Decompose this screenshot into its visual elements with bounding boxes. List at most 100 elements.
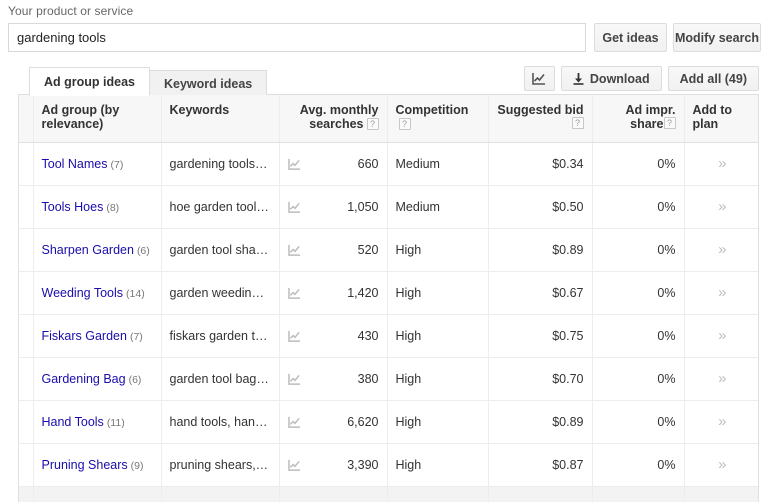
- ideas-table-container: Ad group (by relevance) Keywords Avg. mo…: [18, 95, 759, 502]
- ad-group-link[interactable]: Tool Names: [42, 157, 108, 171]
- row-select-gutter[interactable]: [19, 314, 34, 358]
- add-to-plan-icon[interactable]: »: [718, 413, 726, 430]
- row-chart-icon[interactable]: [287, 459, 301, 472]
- column-header-keywords[interactable]: Keywords: [161, 95, 280, 143]
- ad-group-link[interactable]: Sharpen Garden: [42, 243, 134, 257]
- modify-search-button[interactable]: Modify search: [673, 23, 761, 52]
- row-select-gutter[interactable]: [19, 400, 34, 444]
- cell-ad-group: Gardening Bag (6): [33, 357, 162, 401]
- table-row[interactable]: Pruning Shears (9) pruning shears, … 3,390 H…: [19, 443, 758, 487]
- cell-competition: Medium: [387, 142, 489, 186]
- add-to-plan-icon[interactable]: »: [718, 155, 726, 172]
- ad-group-link[interactable]: Pruning Shears: [42, 458, 128, 472]
- cell-add-to-plan[interactable]: »: [684, 400, 758, 444]
- ad-group-keyword-count: (7): [129, 330, 143, 343]
- table-row[interactable]: Tool Names (7) gardening tools … 660 Medium $…: [19, 142, 758, 186]
- help-icon-avg-monthly-searches[interactable]: ?: [366, 118, 379, 130]
- cell-keywords: pruning shears, …: [161, 443, 280, 487]
- cell-add-to-plan[interactable]: »: [684, 314, 758, 358]
- cell-add-to-plan[interactable]: »: [684, 142, 758, 186]
- table-row[interactable]: Weeding Tools (14) garden weeding … 1,420 Hi…: [19, 271, 758, 315]
- row-chart-icon[interactable]: [287, 201, 301, 214]
- add-all-button[interactable]: Add all (49): [667, 66, 759, 91]
- ad-group-keyword-count: (6): [128, 373, 142, 386]
- cell-ad-group: Pruning Shears (9): [33, 443, 162, 487]
- add-to-plan-icon[interactable]: »: [718, 284, 726, 301]
- add-all-button-label: Add all (49): [679, 71, 747, 86]
- table-header-row: Ad group (by relevance) Keywords Avg. mo…: [19, 95, 758, 143]
- cell-add-to-plan[interactable]: »: [684, 443, 758, 487]
- cell-competition: Medium: [387, 185, 489, 229]
- column-header-ad-group[interactable]: Ad group (by relevance): [33, 95, 162, 143]
- ad-group-link[interactable]: Weeding Tools: [42, 286, 124, 300]
- cell-ad-impr-share: 0%: [592, 142, 685, 186]
- cell-suggested-bid: $0.50: [488, 185, 593, 229]
- table-row[interactable]: Sharpen Garden (6) garden tool shar… 520 Hig…: [19, 228, 758, 272]
- help-icon-competition[interactable]: ?: [398, 118, 411, 130]
- ad-group-keyword-count: (7): [110, 158, 124, 171]
- select-all-gutter[interactable]: [19, 95, 34, 143]
- cell-competition: High: [387, 228, 489, 272]
- cell-add-to-plan[interactable]: »: [684, 185, 758, 229]
- row-select-gutter[interactable]: [19, 443, 34, 487]
- cell-ad-impr-share: 0%: [592, 357, 685, 401]
- cell-avg-monthly-searches: 1,050: [279, 185, 388, 229]
- cell-suggested-bid: $0.75: [488, 314, 593, 358]
- row-select-gutter[interactable]: [19, 271, 34, 315]
- cell-competition: High: [387, 271, 489, 315]
- cell-suggested-bid: $0.34: [488, 142, 593, 186]
- column-header-ad-impr-share[interactable]: Ad impr. share?: [592, 95, 685, 143]
- row-chart-icon[interactable]: [287, 287, 301, 300]
- cell-avg-monthly-searches: 1,420: [279, 271, 388, 315]
- row-chart-icon[interactable]: [287, 158, 301, 171]
- add-to-plan-icon[interactable]: »: [718, 327, 726, 344]
- download-button[interactable]: Download: [560, 66, 662, 91]
- help-icon-ad-impr-share[interactable]: ?: [663, 117, 676, 129]
- tab-keyword-ideas[interactable]: Keyword ideas: [149, 70, 268, 96]
- product-or-service-input[interactable]: [8, 23, 586, 52]
- chart-toggle-button[interactable]: [523, 66, 555, 91]
- tab-ad-group-ideas[interactable]: Ad group ideas: [29, 67, 150, 96]
- line-chart-icon: [532, 72, 546, 85]
- cell-ad-group: Fiskars Garden (7): [33, 314, 162, 358]
- column-header-add-to-plan: Add to plan: [684, 95, 758, 143]
- get-ideas-button[interactable]: Get ideas: [594, 23, 667, 52]
- cell-add-to-plan[interactable]: »: [684, 271, 758, 315]
- column-header-avg-monthly-searches[interactable]: Avg. monthly searches?: [279, 95, 388, 143]
- cell-competition: High: [387, 357, 489, 401]
- row-chart-icon[interactable]: [287, 416, 301, 429]
- help-icon-suggested-bid[interactable]: ?: [571, 117, 584, 129]
- row-chart-icon[interactable]: [287, 373, 301, 386]
- cell-avg-monthly-searches: 6,620: [279, 400, 388, 444]
- add-to-plan-icon[interactable]: »: [718, 456, 726, 473]
- ad-group-link[interactable]: Hand Tools: [42, 415, 104, 429]
- row-chart-icon[interactable]: [287, 330, 301, 343]
- add-to-plan-icon[interactable]: »: [718, 241, 726, 258]
- ad-group-link[interactable]: Tools Hoes: [42, 200, 104, 214]
- row-chart-icon[interactable]: [287, 244, 301, 257]
- cell-add-to-plan[interactable]: »: [684, 357, 758, 401]
- cell-avg-monthly-searches: 520: [279, 228, 388, 272]
- cell-add-to-plan[interactable]: »: [684, 228, 758, 272]
- add-to-plan-icon[interactable]: »: [718, 370, 726, 387]
- row-select-gutter[interactable]: [19, 185, 34, 229]
- cell-keywords: garden tool shar…: [161, 228, 280, 272]
- table-row[interactable]: Hand Tools (11) hand tools, hand… 6,620 High…: [19, 400, 758, 444]
- row-select-gutter[interactable]: [19, 228, 34, 272]
- download-icon: [573, 72, 584, 85]
- ad-group-link[interactable]: Fiskars Garden: [42, 329, 127, 343]
- cell-suggested-bid: $0.89: [488, 228, 593, 272]
- table-row[interactable]: Fiskars Garden (7) fiskars garden t… 430 Hig…: [19, 314, 758, 358]
- ideas-panel: Ad group ideas Keyword ideas Download Ad…: [18, 66, 759, 502]
- table-row[interactable]: Tools Hoes (8) hoe garden tool,… 1,050 Mediu…: [19, 185, 758, 229]
- column-header-suggested-bid[interactable]: Suggested bid?: [488, 95, 593, 143]
- column-header-competition[interactable]: Competition?: [387, 95, 489, 143]
- cell-ad-impr-share: 0%: [592, 443, 685, 487]
- ad-group-link[interactable]: Gardening Bag: [42, 372, 126, 386]
- add-to-plan-icon[interactable]: »: [718, 198, 726, 215]
- row-select-gutter[interactable]: [19, 142, 34, 186]
- table-row[interactable]: Gardening Bag (6) garden tool bag,… 380 High…: [19, 357, 758, 401]
- row-select-gutter[interactable]: [19, 357, 34, 401]
- cell-suggested-bid: $0.87: [488, 443, 593, 487]
- table-header: Ad group (by relevance) Keywords Avg. mo…: [19, 95, 758, 143]
